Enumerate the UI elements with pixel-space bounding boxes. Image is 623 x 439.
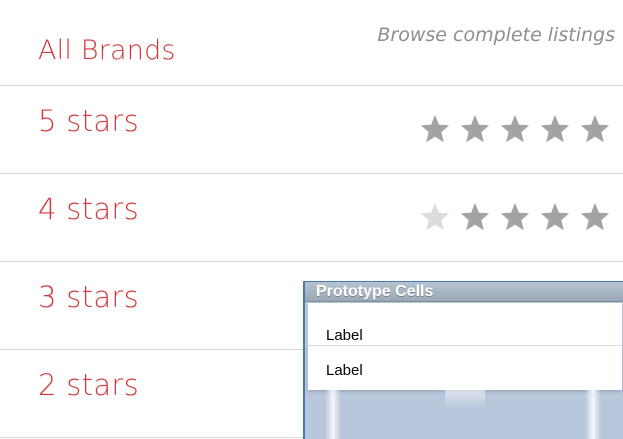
star-empty-icon bbox=[419, 201, 451, 233]
star-rating bbox=[419, 201, 611, 235]
star-filled-icon bbox=[499, 201, 531, 233]
prototype-cell[interactable]: Label bbox=[308, 346, 622, 390]
star-filled-icon bbox=[499, 113, 531, 145]
blurred-background bbox=[325, 390, 341, 439]
prototype-cells-header: Prototype Cells bbox=[305, 282, 623, 302]
all-brands-title: All Brands bbox=[38, 35, 176, 66]
star-filled-icon bbox=[579, 201, 611, 233]
star-filled-icon bbox=[539, 201, 571, 233]
rating-row-label: 4 stars bbox=[38, 192, 140, 226]
rating-row-label: 2 stars bbox=[38, 368, 140, 402]
blurred-background bbox=[585, 390, 601, 439]
star-filled-icon bbox=[459, 201, 491, 233]
prototype-cells-panel: Prototype Cells Label Label bbox=[303, 281, 623, 439]
rating-row-label: 5 stars bbox=[38, 104, 140, 138]
prototype-cell[interactable]: Label bbox=[308, 303, 622, 346]
star-rating bbox=[419, 113, 611, 147]
prototype-cell-label: Label bbox=[326, 362, 363, 379]
star-filled-icon bbox=[459, 113, 491, 145]
browse-listings-subtitle: Browse complete listings bbox=[377, 24, 615, 46]
star-filled-icon bbox=[419, 113, 451, 145]
rating-row-label: 3 stars bbox=[38, 280, 140, 314]
rating-row-4-stars[interactable]: 4 stars bbox=[0, 174, 623, 262]
star-filled-icon bbox=[539, 113, 571, 145]
prototype-cell-label: Label bbox=[326, 327, 363, 344]
brand-rating-page: All Brands Browse complete listings 5 st… bbox=[0, 0, 623, 439]
all-brands-row[interactable]: All Brands Browse complete listings bbox=[0, 0, 623, 86]
blurred-background bbox=[445, 390, 485, 408]
rating-row-5-stars[interactable]: 5 stars bbox=[0, 86, 623, 174]
star-filled-icon bbox=[579, 113, 611, 145]
prototype-cells-title: Prototype Cells bbox=[316, 283, 434, 300]
